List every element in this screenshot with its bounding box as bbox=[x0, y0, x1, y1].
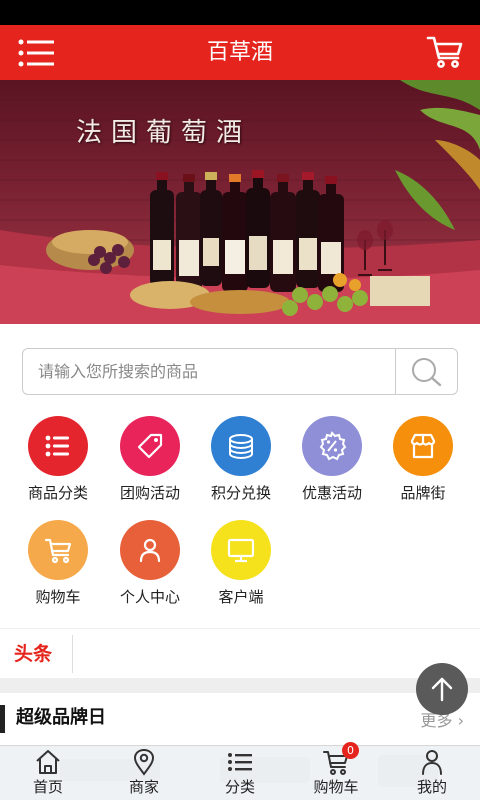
quick-link-label: 品牌街 bbox=[400, 484, 446, 502]
section-header: 超级品牌日 更多 › bbox=[0, 693, 480, 745]
status-bar bbox=[0, 0, 480, 25]
quick-link-label: 团购活动 bbox=[119, 484, 180, 502]
quick-link-label: 客户端 bbox=[218, 588, 264, 606]
chevron-right-icon: › bbox=[457, 711, 464, 730]
tab-categories[interactable]: 分类 bbox=[192, 746, 288, 800]
quick-link-label: 商品分类 bbox=[27, 484, 88, 502]
cart-icon bbox=[28, 520, 88, 580]
back-to-top-button[interactable] bbox=[416, 663, 468, 715]
quick-link-promotions[interactable]: 优惠活动 bbox=[286, 416, 378, 512]
quick-link-categories[interactable]: 商品分类 bbox=[12, 416, 104, 512]
headline-bar: 头条 bbox=[0, 628, 480, 678]
headline-tag[interactable]: 头条 bbox=[14, 629, 52, 679]
search-button[interactable] bbox=[395, 349, 457, 394]
section-title: 超级品牌日 bbox=[16, 707, 106, 728]
tab-mine[interactable]: 我的 bbox=[384, 746, 480, 800]
home-icon bbox=[36, 750, 60, 774]
list-icon bbox=[228, 753, 252, 771]
tab-label: 首页 bbox=[32, 778, 63, 796]
bottom-tab-bar: 首页 商家 分类 0 购物车 我的 bbox=[0, 742, 480, 800]
quick-link-client[interactable]: 客户端 bbox=[195, 520, 287, 616]
quick-link-points-exchange[interactable]: 积分兑换 bbox=[195, 416, 287, 512]
tab-label: 我的 bbox=[416, 778, 447, 796]
divider bbox=[72, 635, 73, 673]
tab-label: 分类 bbox=[224, 778, 255, 796]
quick-link-cart[interactable]: 购物车 bbox=[12, 520, 104, 616]
section-accent-bar bbox=[0, 705, 5, 733]
quick-link-user-center[interactable]: 个人中心 bbox=[104, 520, 196, 616]
app-header: 百草酒 bbox=[0, 25, 480, 80]
search-bar bbox=[22, 348, 458, 395]
shop-icon bbox=[393, 416, 453, 476]
tab-cart[interactable]: 0 购物车 bbox=[288, 742, 384, 800]
banner-title: 法国葡萄酒 bbox=[76, 118, 252, 148]
quick-link-label: 优惠活动 bbox=[301, 484, 362, 502]
user-icon bbox=[422, 750, 442, 775]
list-icon bbox=[28, 416, 88, 476]
user-icon bbox=[120, 520, 180, 580]
page-title: 百草酒 bbox=[206, 40, 273, 65]
location-pin-icon bbox=[133, 748, 155, 776]
tag-icon bbox=[120, 416, 180, 476]
quick-link-group-buy[interactable]: 团购活动 bbox=[104, 416, 196, 512]
cart-icon[interactable] bbox=[426, 35, 464, 69]
tab-label: 商家 bbox=[128, 778, 159, 796]
section-gap bbox=[0, 678, 480, 693]
percent-icon bbox=[302, 416, 362, 476]
search-input[interactable] bbox=[23, 349, 395, 394]
arrow-up-icon bbox=[431, 677, 453, 702]
promo-banner[interactable]: 法国葡萄酒 bbox=[0, 80, 480, 324]
monitor-icon bbox=[211, 520, 271, 580]
search-icon bbox=[412, 358, 442, 387]
tab-merchants[interactable]: 商家 bbox=[96, 746, 192, 800]
tab-home[interactable]: 首页 bbox=[0, 746, 96, 800]
quick-link-brand-street[interactable]: 品牌街 bbox=[377, 416, 469, 512]
quick-link-label: 积分兑换 bbox=[210, 484, 271, 502]
cart-badge: 0 bbox=[342, 742, 359, 759]
coins-icon bbox=[211, 416, 271, 476]
quick-link-label: 个人中心 bbox=[119, 588, 180, 606]
quick-link-label: 购物车 bbox=[35, 588, 81, 606]
tab-label: 购物车 bbox=[313, 778, 359, 796]
